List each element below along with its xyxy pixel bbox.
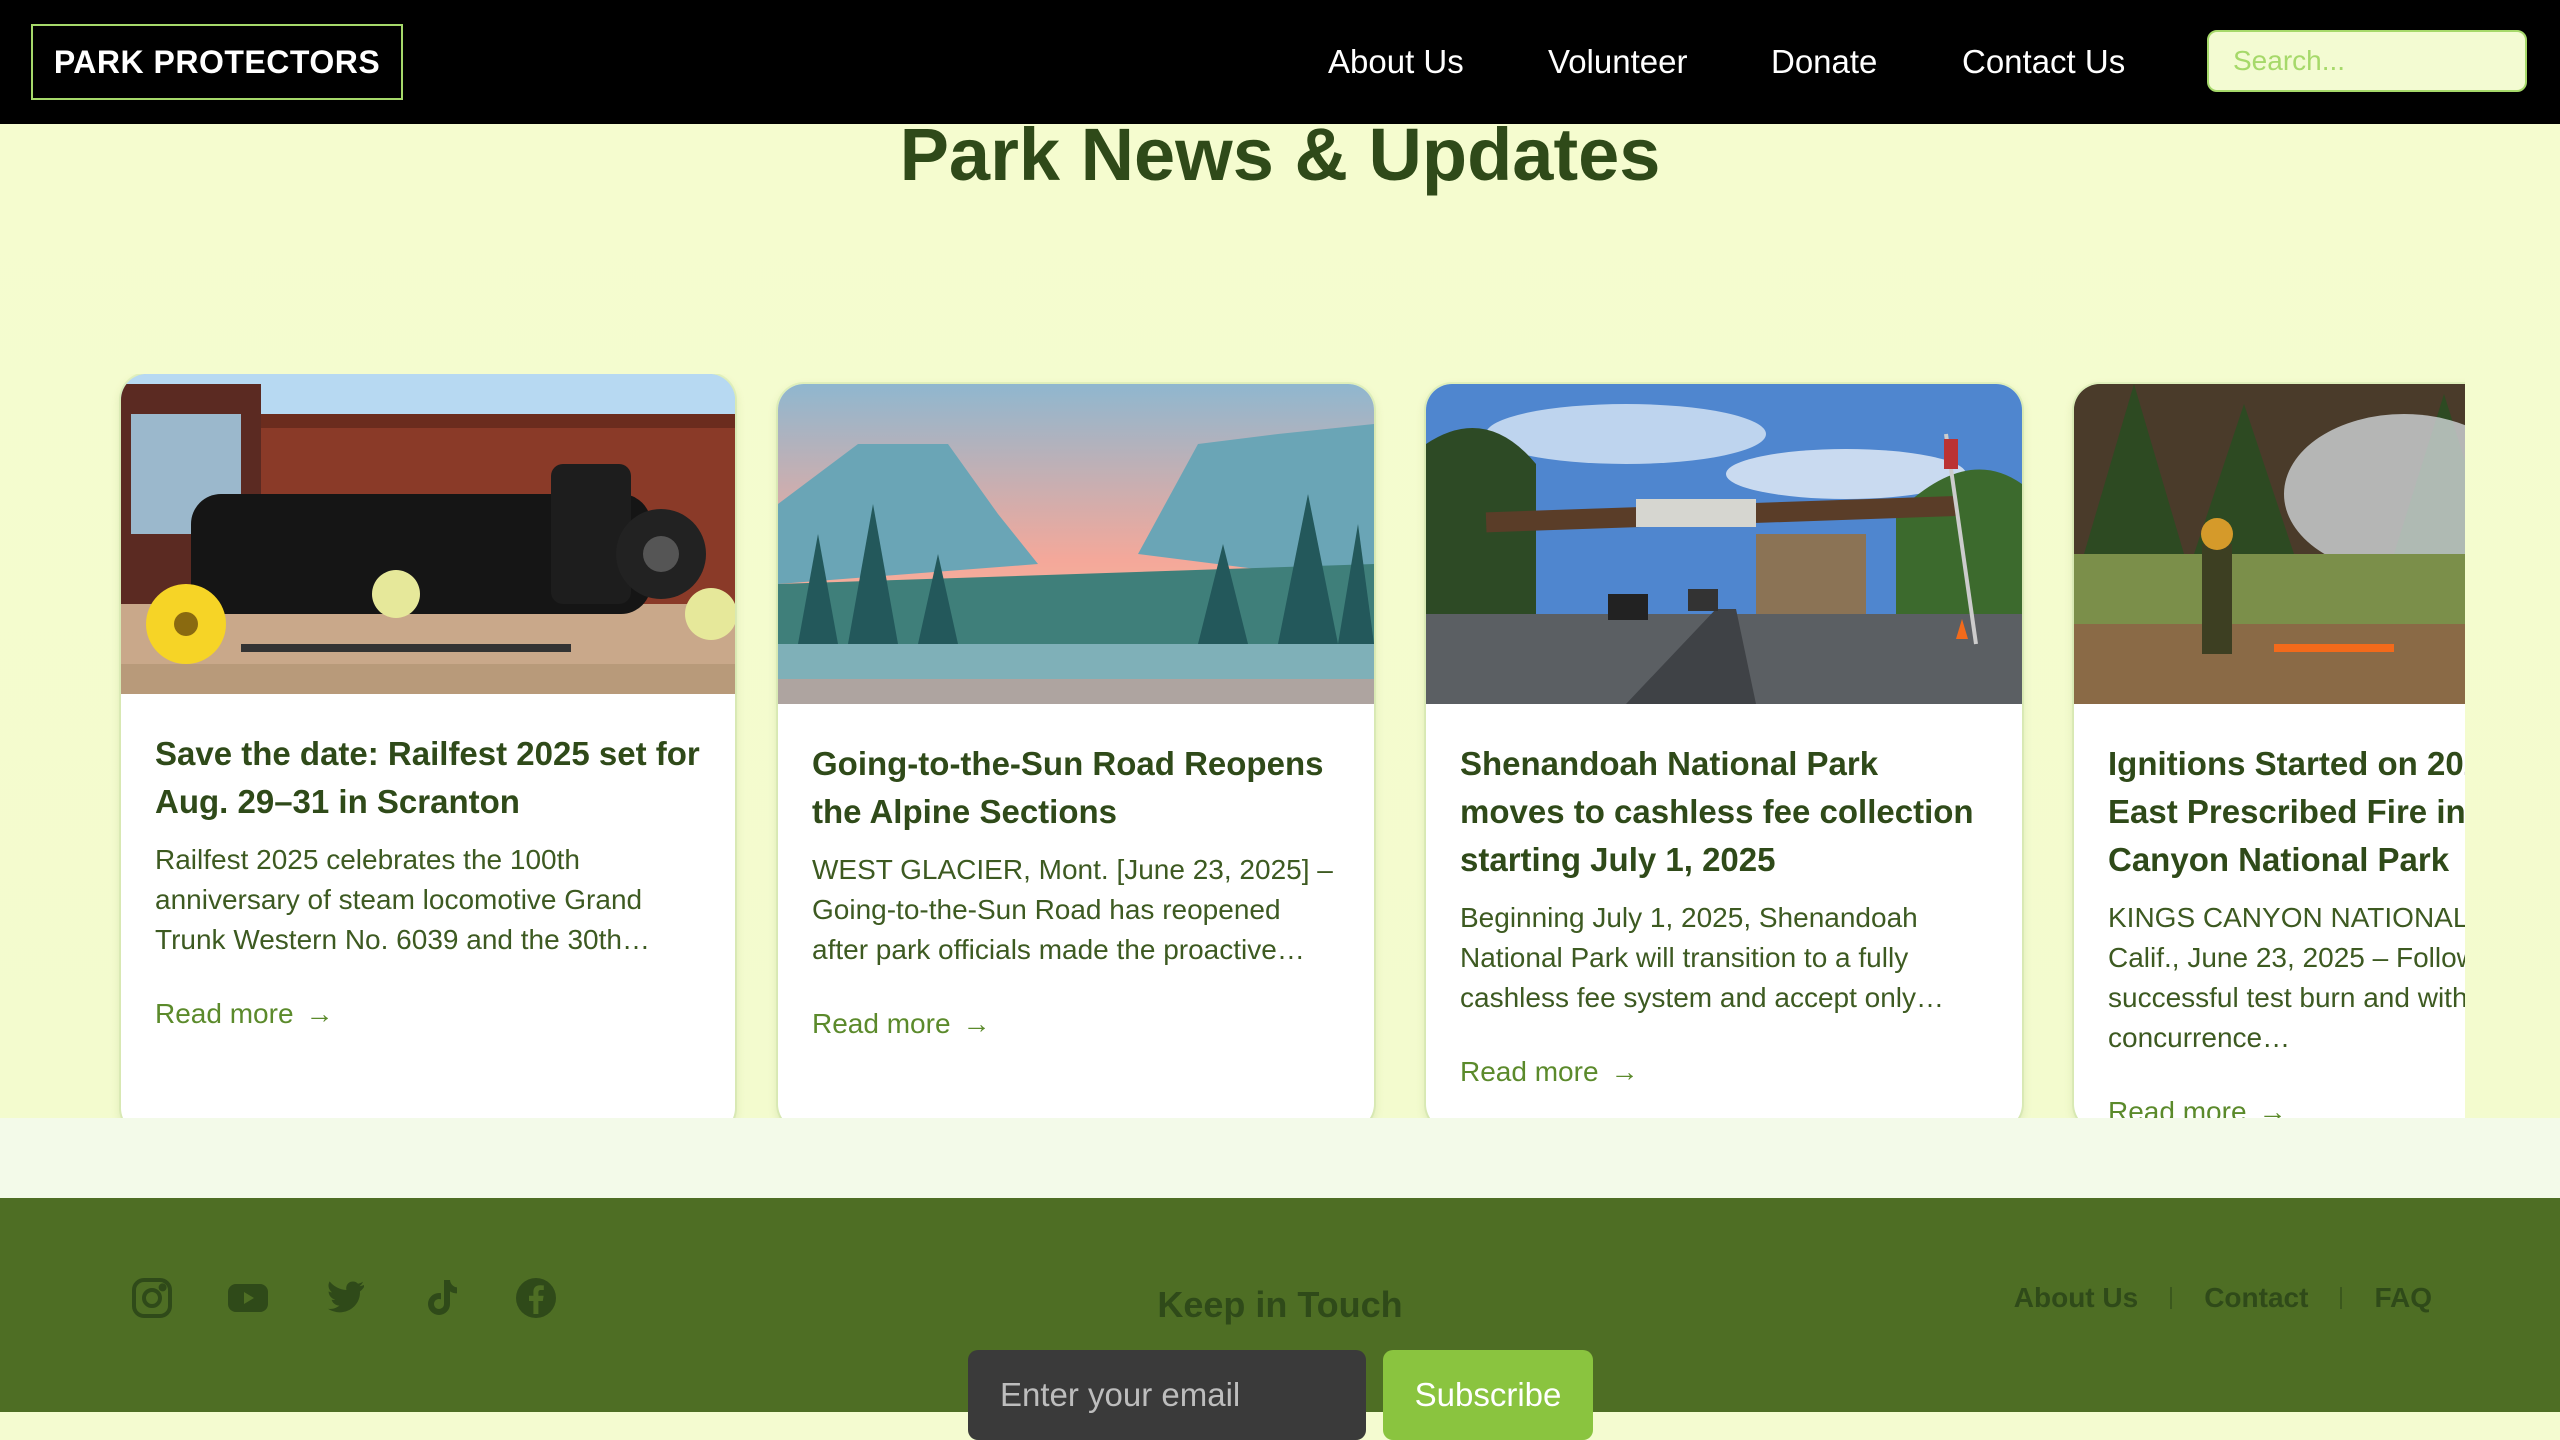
- section-divider-band: [0, 1118, 2560, 1198]
- read-more-link[interactable]: Read more →: [1460, 1056, 1639, 1088]
- card-title[interactable]: Save the date: Railfest 2025 set for Aug…: [155, 730, 701, 826]
- card-excerpt: KINGS CANYON NATIONAL PARK, Calif., June…: [2108, 902, 2465, 1053]
- footer-link-contact[interactable]: Contact: [2204, 1282, 2308, 1314]
- read-more-label: Read more: [155, 998, 294, 1029]
- park-entrance-station-photo: [1426, 384, 2022, 704]
- site-footer: Keep in Touch Subscribe About Us Contact…: [0, 1198, 2560, 1440]
- prescribed-fire-photo: [2074, 384, 2465, 704]
- card-excerpt: Beginning July 1, 2025, Shenandoah Natio…: [1460, 902, 1945, 1013]
- card-title[interactable]: Ignitions Started on 2025 Stump East Pre…: [2108, 740, 2465, 884]
- read-more-link[interactable]: Read more →: [155, 998, 334, 1030]
- news-card[interactable]: Going-to-the-Sun Road Reopens the Alpine…: [778, 384, 1374, 1130]
- footer-link-faq[interactable]: FAQ: [2374, 1282, 2432, 1314]
- arrow-right-icon: →: [1610, 1056, 1639, 1087]
- arrow-right-icon: →: [962, 1008, 991, 1039]
- news-section: Park News & Updates Save the date: Railf…: [0, 113, 2560, 1134]
- footer-links: About Us Contact FAQ: [2014, 1282, 2432, 1314]
- nav-donate[interactable]: Donate: [1771, 43, 1877, 81]
- steam-locomotive-photo: [121, 374, 735, 694]
- card-excerpt: Railfest 2025 celebrates the 100th anniv…: [155, 844, 650, 955]
- site-logo[interactable]: PARK PROTECTORS: [31, 24, 403, 100]
- card-body: Going-to-the-Sun Road Reopens the Alpine…: [778, 704, 1374, 1040]
- link-divider: [2170, 1287, 2173, 1309]
- link-divider: [2340, 1287, 2343, 1309]
- footer-link-about-us[interactable]: About Us: [2014, 1282, 2138, 1314]
- main-nav: About Us: [1328, 0, 1464, 124]
- main-nav-contact-wrap: Contact Us: [1962, 0, 2125, 124]
- read-more-link[interactable]: Read more →: [812, 1008, 991, 1040]
- email-field[interactable]: [1000, 1376, 1334, 1414]
- section-title: Park News & Updates: [899, 113, 1661, 196]
- news-card[interactable]: Save the date: Railfest 2025 set for Aug…: [121, 374, 735, 1134]
- nav-contact-us[interactable]: Contact Us: [1962, 43, 2125, 81]
- nav-volunteer[interactable]: Volunteer: [1548, 43, 1687, 81]
- nav-about-us[interactable]: About Us: [1328, 43, 1464, 81]
- card-body: Shenandoah National Park moves to cashle…: [1426, 704, 2022, 1088]
- main-nav-donate-wrap: Donate: [1771, 0, 1877, 124]
- card-title[interactable]: Going-to-the-Sun Road Reopens the Alpine…: [812, 740, 1340, 836]
- mountain-valley-river-photo: [778, 384, 1374, 704]
- news-card[interactable]: Shenandoah National Park moves to cashle…: [1426, 384, 2022, 1130]
- read-more-label: Read more: [812, 1008, 951, 1039]
- card-title[interactable]: Shenandoah National Park moves to cashle…: [1460, 740, 1988, 884]
- read-more-label: Read more: [1460, 1056, 1599, 1087]
- news-card[interactable]: Ignitions Started on 2025 Stump East Pre…: [2074, 384, 2465, 1130]
- search-box: [2207, 30, 2560, 92]
- email-field-wrap: [968, 1350, 1366, 1440]
- subscribe-button[interactable]: Subscribe: [1383, 1350, 1593, 1440]
- main-nav-volunteer-wrap: Volunteer: [1548, 0, 1687, 124]
- arrow-right-icon: →: [305, 998, 334, 1029]
- card-body: Save the date: Railfest 2025 set for Aug…: [121, 694, 735, 1030]
- card-body: Ignitions Started on 2025 Stump East Pre…: [2074, 704, 2465, 1128]
- news-carousel[interactable]: Save the date: Railfest 2025 set for Aug…: [95, 374, 2465, 1154]
- card-excerpt: WEST GLACIER, Mont. [June 23, 2025] – Go…: [812, 854, 1333, 965]
- search-input[interactable]: [2233, 45, 2560, 77]
- top-navigation-bar: PARK PROTECTORS About Us Volunteer Donat…: [0, 0, 2560, 124]
